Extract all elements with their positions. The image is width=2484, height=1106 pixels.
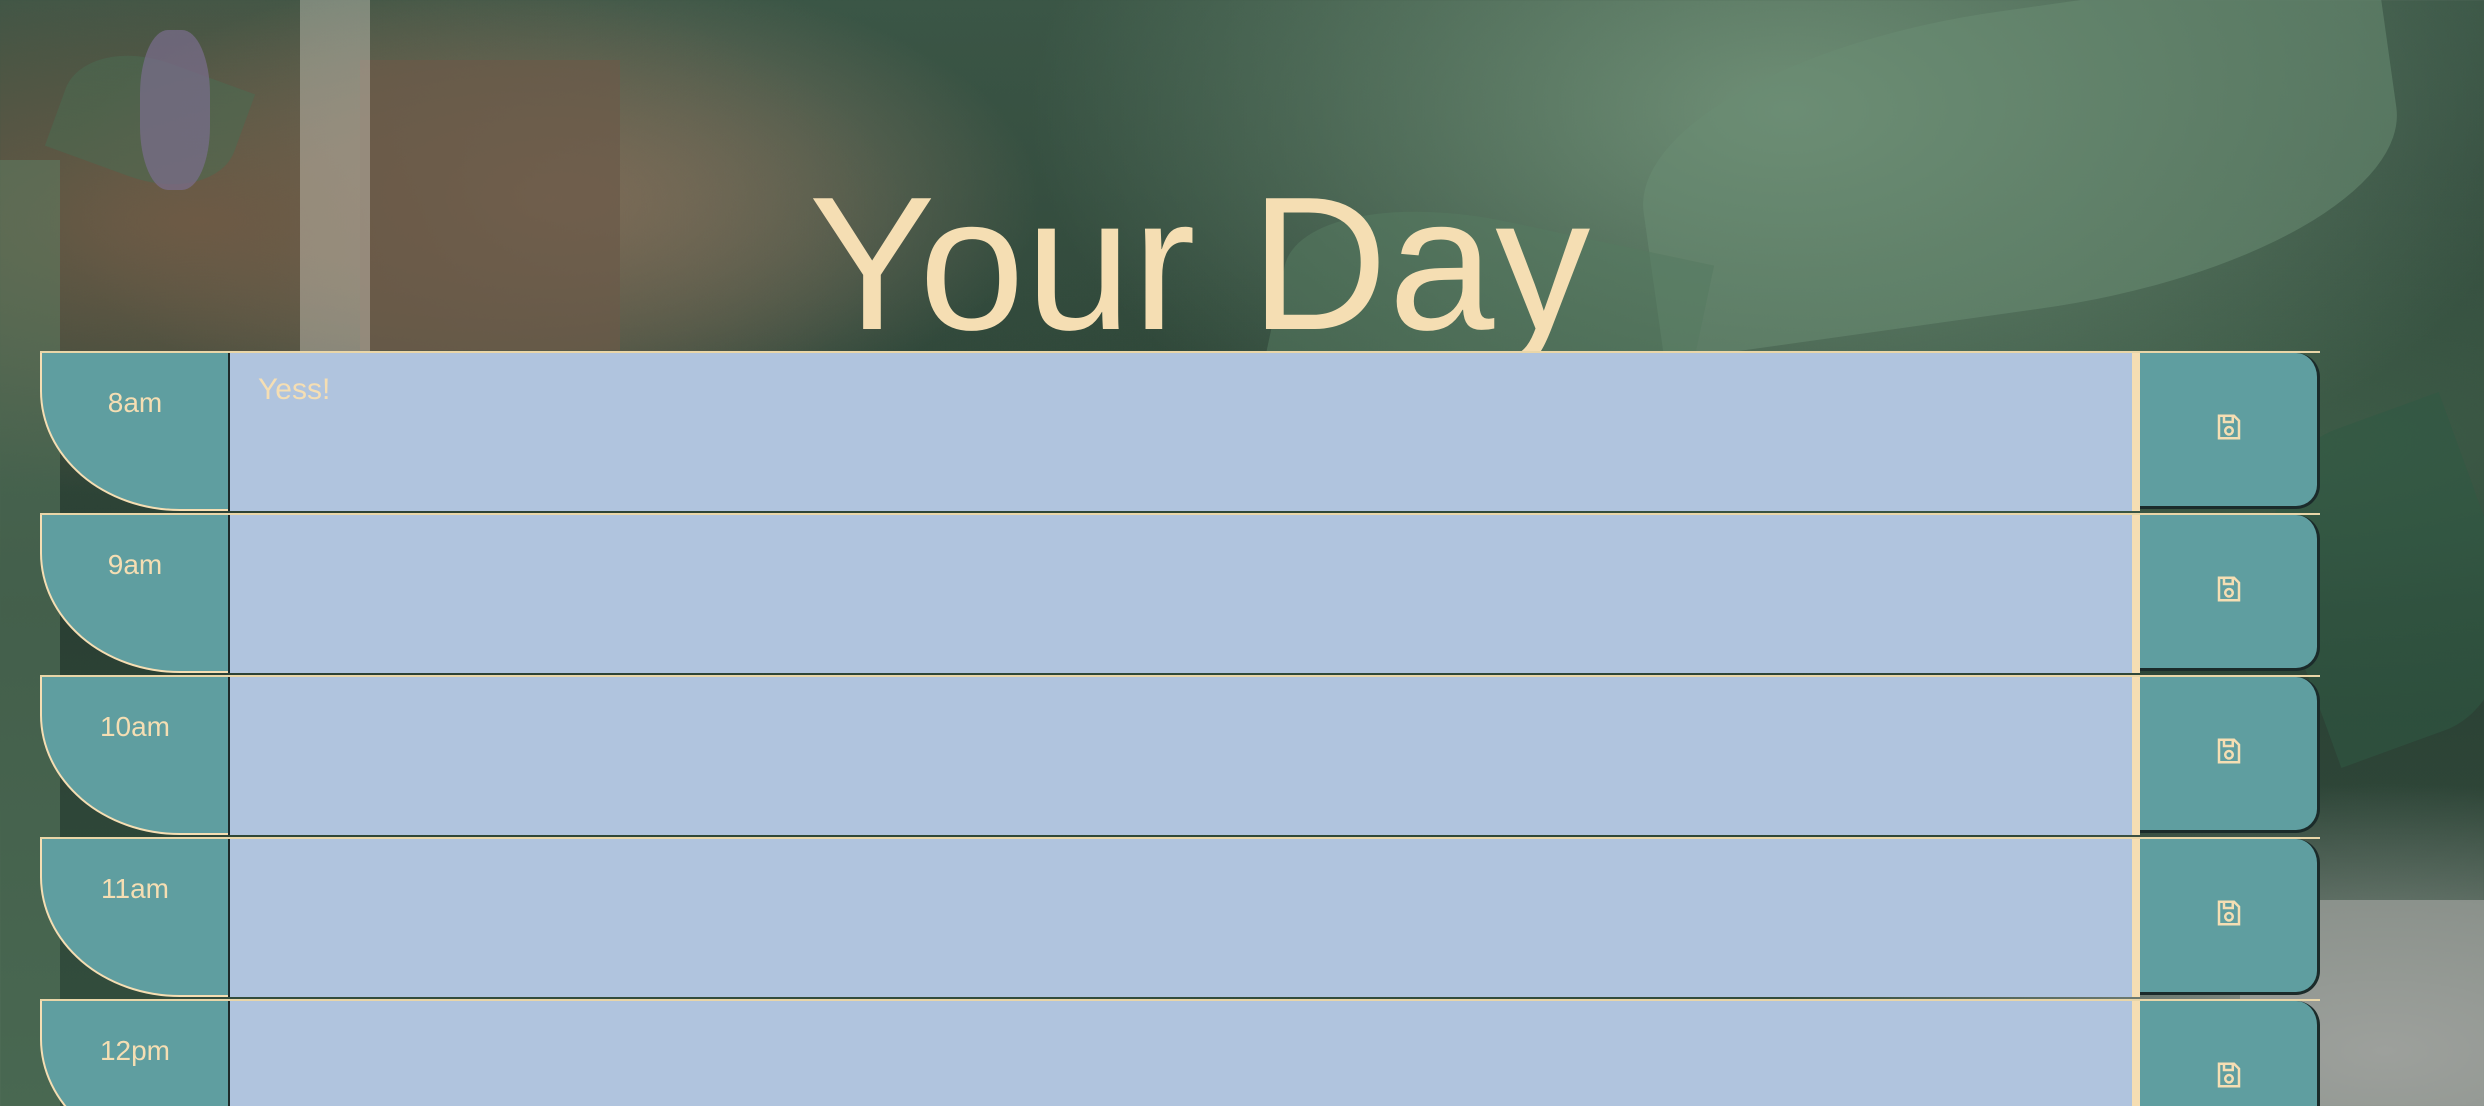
- time-block-row: 10am: [40, 675, 2320, 837]
- time-block-row: 12pm: [40, 999, 2320, 1106]
- time-block-row: 11am: [40, 837, 2320, 999]
- save-button[interactable]: [2140, 515, 2320, 671]
- hour-label: 12pm: [40, 1001, 228, 1106]
- event-textarea[interactable]: [228, 1001, 2140, 1106]
- event-textarea[interactable]: [228, 839, 2140, 997]
- page-title: Your Day: [808, 158, 1592, 371]
- event-textarea[interactable]: Yess!: [228, 353, 2140, 511]
- hour-label: 11am: [40, 839, 228, 997]
- save-icon: [2214, 898, 2244, 933]
- planner: 8am Yess! 9am 10am 11am 12pm: [40, 351, 2320, 1106]
- save-button[interactable]: [2140, 839, 2320, 995]
- save-icon: [2214, 412, 2244, 447]
- time-block-row: 9am: [40, 513, 2320, 675]
- save-icon: [2214, 1060, 2244, 1095]
- event-textarea[interactable]: [228, 515, 2140, 673]
- save-button[interactable]: [2140, 353, 2320, 509]
- event-textarea[interactable]: [228, 677, 2140, 835]
- time-block-row: 8am Yess!: [40, 351, 2320, 513]
- hour-label: 10am: [40, 677, 228, 835]
- save-button[interactable]: [2140, 1001, 2320, 1106]
- save-icon: [2214, 574, 2244, 609]
- hour-label: 9am: [40, 515, 228, 673]
- hour-label: 8am: [40, 353, 228, 511]
- save-button[interactable]: [2140, 677, 2320, 833]
- save-icon: [2214, 736, 2244, 771]
